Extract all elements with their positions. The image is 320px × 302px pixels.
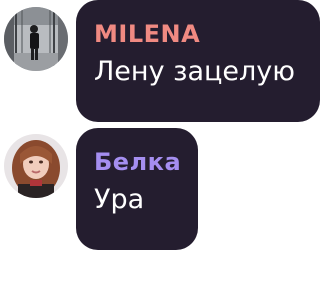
message-bubble: MILENA Лену зацелую (76, 0, 320, 122)
message-row: MILENA Лену зацелую (0, 0, 320, 122)
message-author[interactable]: Белка (94, 148, 181, 176)
message-bubble: Белка Ура (76, 128, 198, 250)
message-text: Ура (94, 184, 145, 215)
avatar-photo-icon (4, 7, 68, 71)
user-avatar[interactable] (4, 134, 68, 198)
message-text: Лену зацелую (94, 56, 295, 87)
avatar-photo-icon (4, 134, 68, 198)
message-row: Белка Ура (0, 128, 320, 250)
message-author[interactable]: MILENA (94, 20, 302, 48)
user-avatar[interactable] (4, 7, 68, 71)
